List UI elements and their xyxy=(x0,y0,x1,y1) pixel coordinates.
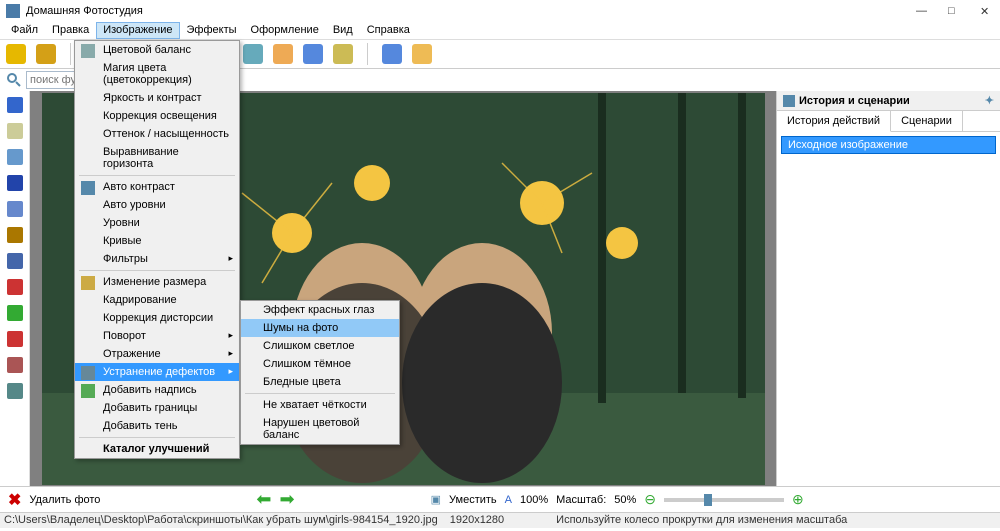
maximize-button[interactable]: □ xyxy=(948,5,962,17)
help-icon[interactable] xyxy=(382,44,402,64)
menu-item[interactable]: Оттенок / насыщенность xyxy=(75,125,239,143)
tab-1[interactable]: Сценарии xyxy=(891,111,963,131)
titlebar: Домашняя Фотостудия — □ ✕ xyxy=(0,0,1000,22)
delete-icon[interactable]: ✖ xyxy=(8,490,21,510)
menu-item[interactable]: Отражение xyxy=(75,345,239,363)
search-icon xyxy=(6,72,22,88)
layers-icon[interactable] xyxy=(7,331,23,347)
menu-item[interactable]: Магия цвета (цветокоррекция) xyxy=(75,59,239,89)
menu-item[interactable]: Изменение размера xyxy=(75,273,239,291)
menu-item[interactable]: Фильтры xyxy=(75,250,239,268)
hand-icon[interactable] xyxy=(7,123,23,139)
menu-item[interactable]: Устранение дефектов xyxy=(75,363,239,381)
left-toolbar xyxy=(0,91,30,486)
scale-value: 50% xyxy=(614,494,636,506)
menu-item[interactable]: Цветовой баланс xyxy=(75,41,239,59)
stamp-icon[interactable] xyxy=(7,227,23,243)
history-item[interactable]: Исходное изображение xyxy=(781,136,996,154)
submenu-item[interactable]: Шумы на фото xyxy=(241,319,399,337)
menu-item[interactable]: Поворот xyxy=(75,327,239,345)
zoom-in-button[interactable]: ⊕ xyxy=(792,491,804,508)
menu-правка[interactable]: Правка xyxy=(45,22,96,39)
panel-title: История и сценарии xyxy=(799,95,910,107)
close-button[interactable]: ✕ xyxy=(980,5,994,17)
panel-header: История и сценарии ✦ xyxy=(777,91,1000,111)
panel-tabs: История действийСценарии xyxy=(777,111,1000,132)
menu-вид[interactable]: Вид xyxy=(326,22,360,39)
menu-item[interactable]: Коррекция дисторсии xyxy=(75,309,239,327)
album-icon[interactable] xyxy=(333,44,353,64)
menu-item[interactable]: Кривые xyxy=(75,232,239,250)
picture-icon[interactable] xyxy=(243,44,263,64)
paint-icon[interactable] xyxy=(36,44,56,64)
zoom-100[interactable]: 100% xyxy=(520,494,548,506)
panel-icon xyxy=(783,95,795,107)
prev-button[interactable]: ⬅ xyxy=(256,489,271,510)
menu-item[interactable]: Коррекция освещения xyxy=(75,107,239,125)
menu-item[interactable]: Добавить тень xyxy=(75,417,239,435)
submenu-item[interactable]: Слишком тёмное xyxy=(241,355,399,373)
submenu-item[interactable]: Бледные цвета xyxy=(241,373,399,391)
delete-button[interactable]: Удалить фото xyxy=(29,494,100,506)
status-dims: 1920x1280 xyxy=(450,514,504,527)
levels-icon[interactable] xyxy=(7,357,23,373)
panel-gear-icon[interactable]: ✦ xyxy=(985,94,994,107)
status-path: C:\Users\Владелец\Desktop\Работа\скриншо… xyxy=(4,514,438,527)
menu-оформление[interactable]: Оформление xyxy=(244,22,326,39)
menu-item[interactable]: Добавить границы xyxy=(75,399,239,417)
menu-item[interactable]: Авто контраст xyxy=(75,178,239,196)
menu-item[interactable]: Добавить надпись xyxy=(75,381,239,399)
submenu-item[interactable]: Нарушен цветовой баланс xyxy=(241,414,399,444)
drop-icon[interactable] xyxy=(7,201,23,217)
submenu-item[interactable]: Эффект красных глаз xyxy=(241,301,399,319)
next-button[interactable]: ➡ xyxy=(280,489,295,510)
image-menu-dropdown: Цветовой балансМагия цвета (цветокоррекц… xyxy=(74,40,240,459)
zoom-icon[interactable] xyxy=(7,149,23,165)
tab-0[interactable]: История действий xyxy=(777,111,891,132)
menu-эффекты[interactable]: Эффекты xyxy=(180,22,244,39)
defects-submenu: Эффект красных глазШумы на фотоСлишком с… xyxy=(240,300,400,445)
menu-изображение[interactable]: Изображение xyxy=(96,22,179,39)
app-title: Домашняя Фотостудия xyxy=(26,5,143,17)
submenu-item[interactable]: Не хватает чёткости xyxy=(241,396,399,414)
calendar-icon[interactable] xyxy=(303,44,323,64)
minimize-button[interactable]: — xyxy=(916,5,930,17)
open-icon[interactable] xyxy=(6,44,26,64)
circle-icon[interactable] xyxy=(7,253,23,269)
zoom-slider[interactable] xyxy=(664,498,784,502)
menu-item[interactable]: Выравнивание горизонта xyxy=(75,143,239,173)
redeye-icon[interactable] xyxy=(7,279,23,295)
menubar: ФайлПравкаИзображениеЭффектыОформлениеВи… xyxy=(0,22,1000,40)
color-icon[interactable] xyxy=(7,305,23,321)
fit-icon[interactable]: ▣ xyxy=(431,493,441,506)
app-icon xyxy=(6,4,20,18)
menu-item[interactable]: Каталог улучшений xyxy=(75,440,239,458)
frame-icon[interactable] xyxy=(273,44,293,64)
statusbar: C:\Users\Владелец\Desktop\Работа\скриншо… xyxy=(0,512,1000,528)
right-panel: История и сценарии ✦ История действийСце… xyxy=(776,91,1000,486)
zoom-out-button[interactable]: ⊖ xyxy=(644,491,656,508)
menu-item[interactable]: Авто уровни xyxy=(75,196,239,214)
menu-файл[interactable]: Файл xyxy=(4,22,45,39)
home-icon[interactable] xyxy=(412,44,432,64)
zoom100-icon[interactable]: A xyxy=(505,494,512,506)
pointer-icon[interactable] xyxy=(7,97,23,113)
status-hint: Используйте колесо прокрутки для изменен… xyxy=(556,514,847,527)
crop-icon[interactable] xyxy=(7,383,23,399)
menu-справка[interactable]: Справка xyxy=(360,22,417,39)
history-list: Исходное изображение xyxy=(777,132,1000,158)
menu-item[interactable]: Уровни xyxy=(75,214,239,232)
fit-button[interactable]: Уместить xyxy=(449,494,497,506)
menu-item[interactable]: Кадрирование xyxy=(75,291,239,309)
pen-icon[interactable] xyxy=(7,175,23,191)
menu-item[interactable]: Яркость и контраст xyxy=(75,89,239,107)
bottom-bar: ✖ Удалить фото ⬅ ➡ ▣ Уместить A 100% Мас… xyxy=(0,486,1000,512)
submenu-item[interactable]: Слишком светлое xyxy=(241,337,399,355)
scale-label: Масштаб: xyxy=(556,494,606,506)
